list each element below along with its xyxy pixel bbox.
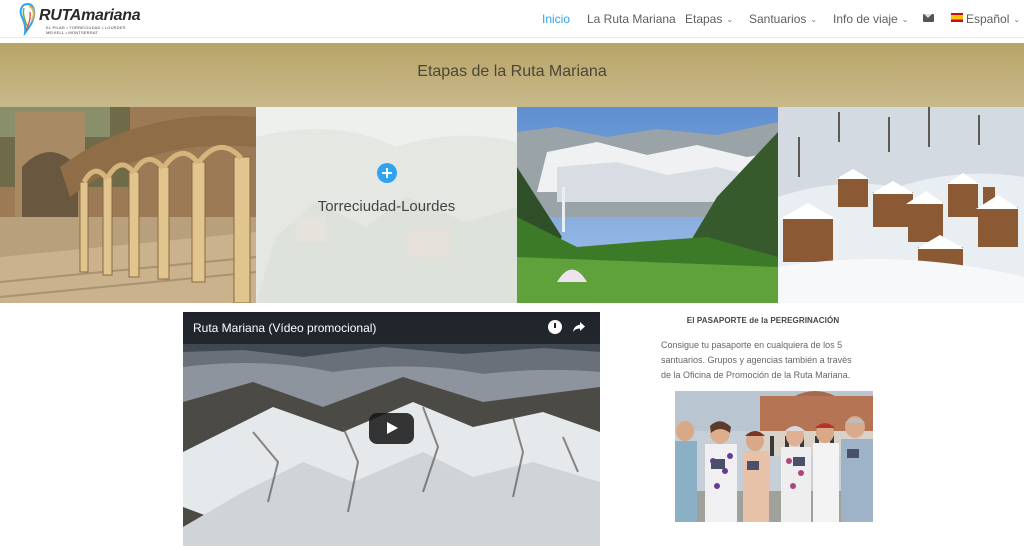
logo-icon <box>19 2 36 36</box>
passport-title: El PASAPORTE de la PEREGRINACIÓN <box>686 316 840 325</box>
passport-text-line: de la Oficina de Promoción de la Ruta Ma… <box>661 370 851 380</box>
banner-title: Etapas de la Ruta Mariana <box>417 63 607 80</box>
pyrenees-valley-photo <box>517 107 778 303</box>
snowy-village-photo <box>778 107 1024 303</box>
nav-label: Santuarios <box>749 12 807 26</box>
nav-item-inicio[interactable]: Inicio <box>542 12 570 26</box>
nav-label: Etapas <box>685 12 723 26</box>
passport-text-line: santuarios. Grupos y agencias también a … <box>661 355 852 365</box>
language-selector[interactable]: Español ⌄ <box>966 12 1020 26</box>
nav-item-la-ruta-mariana[interactable]: La Ruta Mariana <box>587 12 676 26</box>
passport-description: Consigue tu pasaporte en cualquiera de l… <box>661 338 871 383</box>
nav-label: Inicio <box>542 12 571 26</box>
logo-wordmark-bold: RUTA <box>39 7 82 24</box>
play-icon[interactable] <box>369 413 414 444</box>
chevron-down-icon: ⌄ <box>726 15 734 24</box>
nav-item-santuarios[interactable]: Santuarios ⌄ <box>749 12 817 26</box>
slide-tile-valley[interactable] <box>517 107 778 303</box>
passport-text-line: Consigue tu pasaporte en cualquiera de l… <box>661 340 843 350</box>
chevron-down-icon: ⌄ <box>810 15 818 24</box>
cloister-arches-photo <box>0 107 256 303</box>
section-banner: Etapas de la Ruta Mariana <box>0 43 1024 107</box>
language-label: Español <box>966 12 1010 26</box>
logo-wordmark-rest: mariana <box>81 7 141 24</box>
share-icon[interactable] <box>572 320 586 334</box>
slide-tile-torreciudad-lourdes[interactable]: Torreciudad-Lourdes <box>256 107 517 303</box>
video-title: Ruta Mariana (Vídeo promocional) <box>193 321 377 335</box>
site-logo[interactable]: RUTAmariana EL PILAR • TORRECIUDAD • LOU… <box>17 2 141 36</box>
envelope-icon[interactable] <box>923 14 934 22</box>
nav-item-info-de-viaje[interactable]: Info de viaje ⌄ <box>833 12 908 26</box>
chevron-down-icon: ⌄ <box>1013 15 1021 24</box>
site-header: RUTAmariana EL PILAR • TORRECIUDAD • LOU… <box>0 0 1024 38</box>
slide-tile-snow-village[interactable]: › <box>778 107 1024 303</box>
stages-slider: Torreciudad-Lourdes <box>0 107 1024 303</box>
logo-wordmark: RUTAmariana <box>39 7 141 25</box>
slide-tile-cloister[interactable] <box>0 107 256 303</box>
spain-flag-icon <box>951 13 963 22</box>
plus-icon[interactable] <box>377 163 397 183</box>
slide-caption: Torreciudad-Lourdes <box>317 198 456 215</box>
chevron-down-icon: ⌄ <box>901 15 909 24</box>
pilgrims-photo <box>675 391 873 522</box>
promo-video-player[interactable]: Ruta Mariana (Vídeo promocional) <box>183 312 600 546</box>
pilgrims-with-passports-photo <box>675 391 873 522</box>
nav-item-etapas[interactable]: Etapas ⌄ <box>685 12 733 26</box>
nav-label: La Ruta Mariana <box>587 12 676 26</box>
clock-icon[interactable] <box>548 320 562 334</box>
logo-tagline-2: MEIXELL • MONTSERRAT <box>46 30 99 35</box>
nav-label: Info de viaje <box>833 12 898 26</box>
